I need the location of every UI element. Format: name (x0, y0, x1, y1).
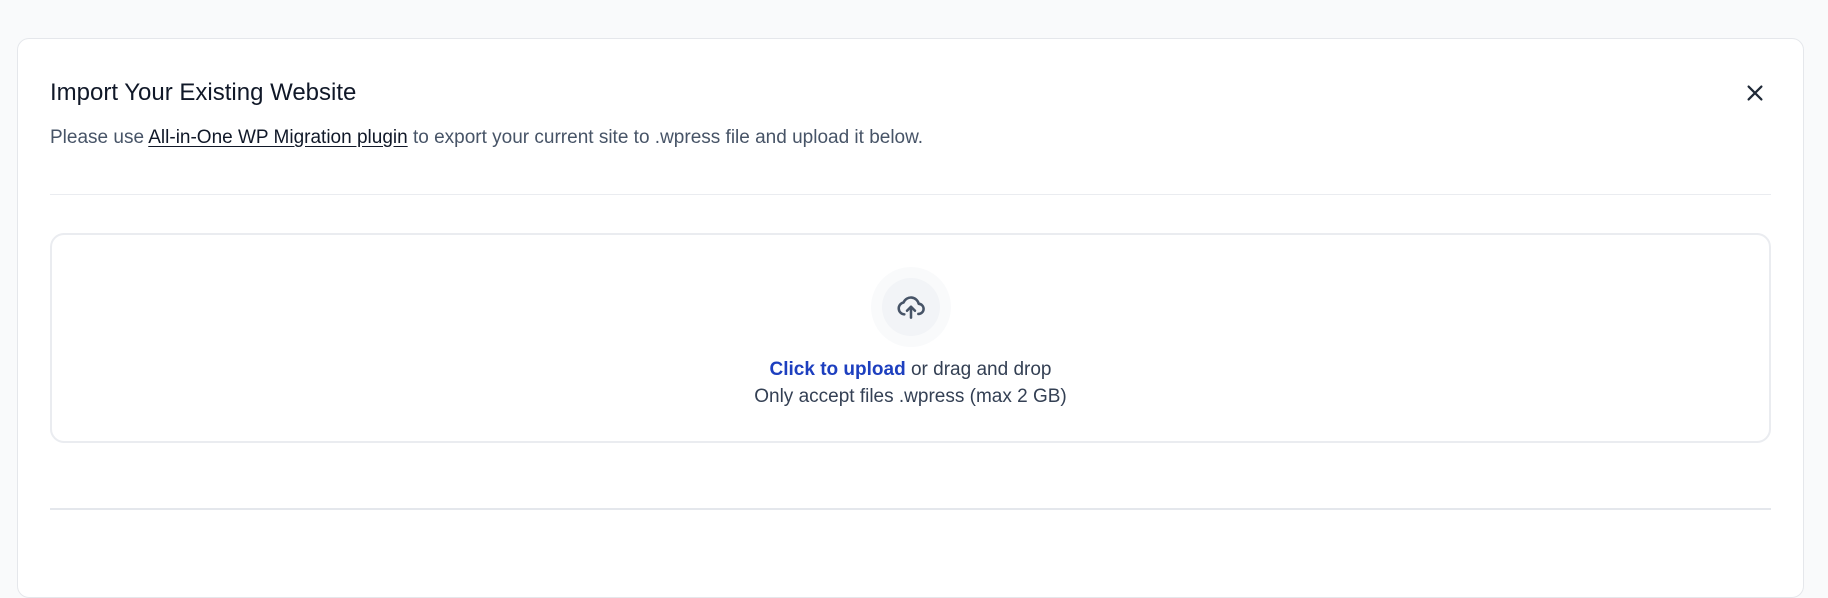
close-icon (1747, 85, 1763, 101)
upload-instruction: Click to upload or drag and drop (52, 359, 1769, 382)
upload-icon-badge (870, 267, 951, 347)
footer-divider (50, 508, 1771, 510)
modal-subtitle: Please use All-in-One WP Migration plugi… (50, 127, 923, 150)
upload-icon-inner (881, 278, 940, 336)
drag-drop-text: or drag and drop (905, 359, 1052, 380)
subtitle-suffix: to export your current site to .wpress f… (407, 127, 924, 148)
click-to-upload-link[interactable]: Click to upload (770, 359, 906, 380)
subtitle-prefix: Please use (50, 127, 149, 148)
plugin-link[interactable]: All-in-One WP Migration plugin (148, 127, 407, 148)
upload-hint: Only accept files .wpress (max 2 GB) (754, 386, 1067, 407)
import-modal: Import Your Existing Website Please use … (17, 38, 1804, 598)
modal-title: Import Your Existing Website (50, 79, 357, 106)
close-button[interactable] (1737, 75, 1773, 111)
cloud-upload-icon (896, 296, 925, 319)
file-dropzone[interactable]: Click to upload or drag and drop Only ac… (50, 233, 1771, 443)
header-divider (50, 194, 1771, 195)
